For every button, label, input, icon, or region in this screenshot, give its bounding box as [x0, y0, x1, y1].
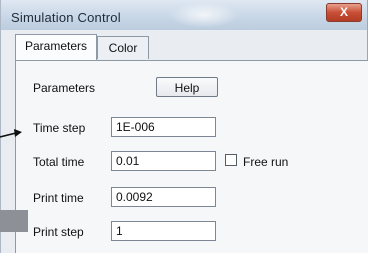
parameters-section-label: Parameters [33, 81, 96, 95]
time-step-input[interactable] [111, 117, 216, 137]
tab-parameters[interactable]: Parameters [15, 34, 97, 60]
close-icon: X [339, 5, 348, 19]
arrow-right-icon [0, 129, 22, 138]
overlay-block [0, 210, 28, 232]
screenshot-stage: Simulation Control X Parameters Color Pa… [0, 0, 372, 253]
simulation-control-dialog: Simulation Control X Parameters Color Pa… [0, 0, 368, 253]
total-time-input[interactable] [111, 151, 216, 171]
free-run-checkbox[interactable] [225, 154, 237, 166]
print-time-label: Print time [33, 191, 84, 205]
close-button[interactable]: X [326, 3, 362, 22]
tab-color[interactable]: Color [97, 36, 149, 59]
free-run-label: Free run [243, 155, 289, 169]
title-bar-glare [169, 2, 239, 28]
print-time-input[interactable] [111, 187, 216, 207]
time-step-label: Time step [33, 121, 86, 135]
total-time-label: Total time [33, 155, 85, 169]
window-title: Simulation Control [11, 10, 121, 25]
help-button[interactable]: Help [156, 77, 218, 97]
print-step-input[interactable] [111, 221, 216, 241]
title-bar[interactable]: Simulation Control X [1, 0, 367, 30]
print-step-label: Print step [33, 225, 84, 239]
